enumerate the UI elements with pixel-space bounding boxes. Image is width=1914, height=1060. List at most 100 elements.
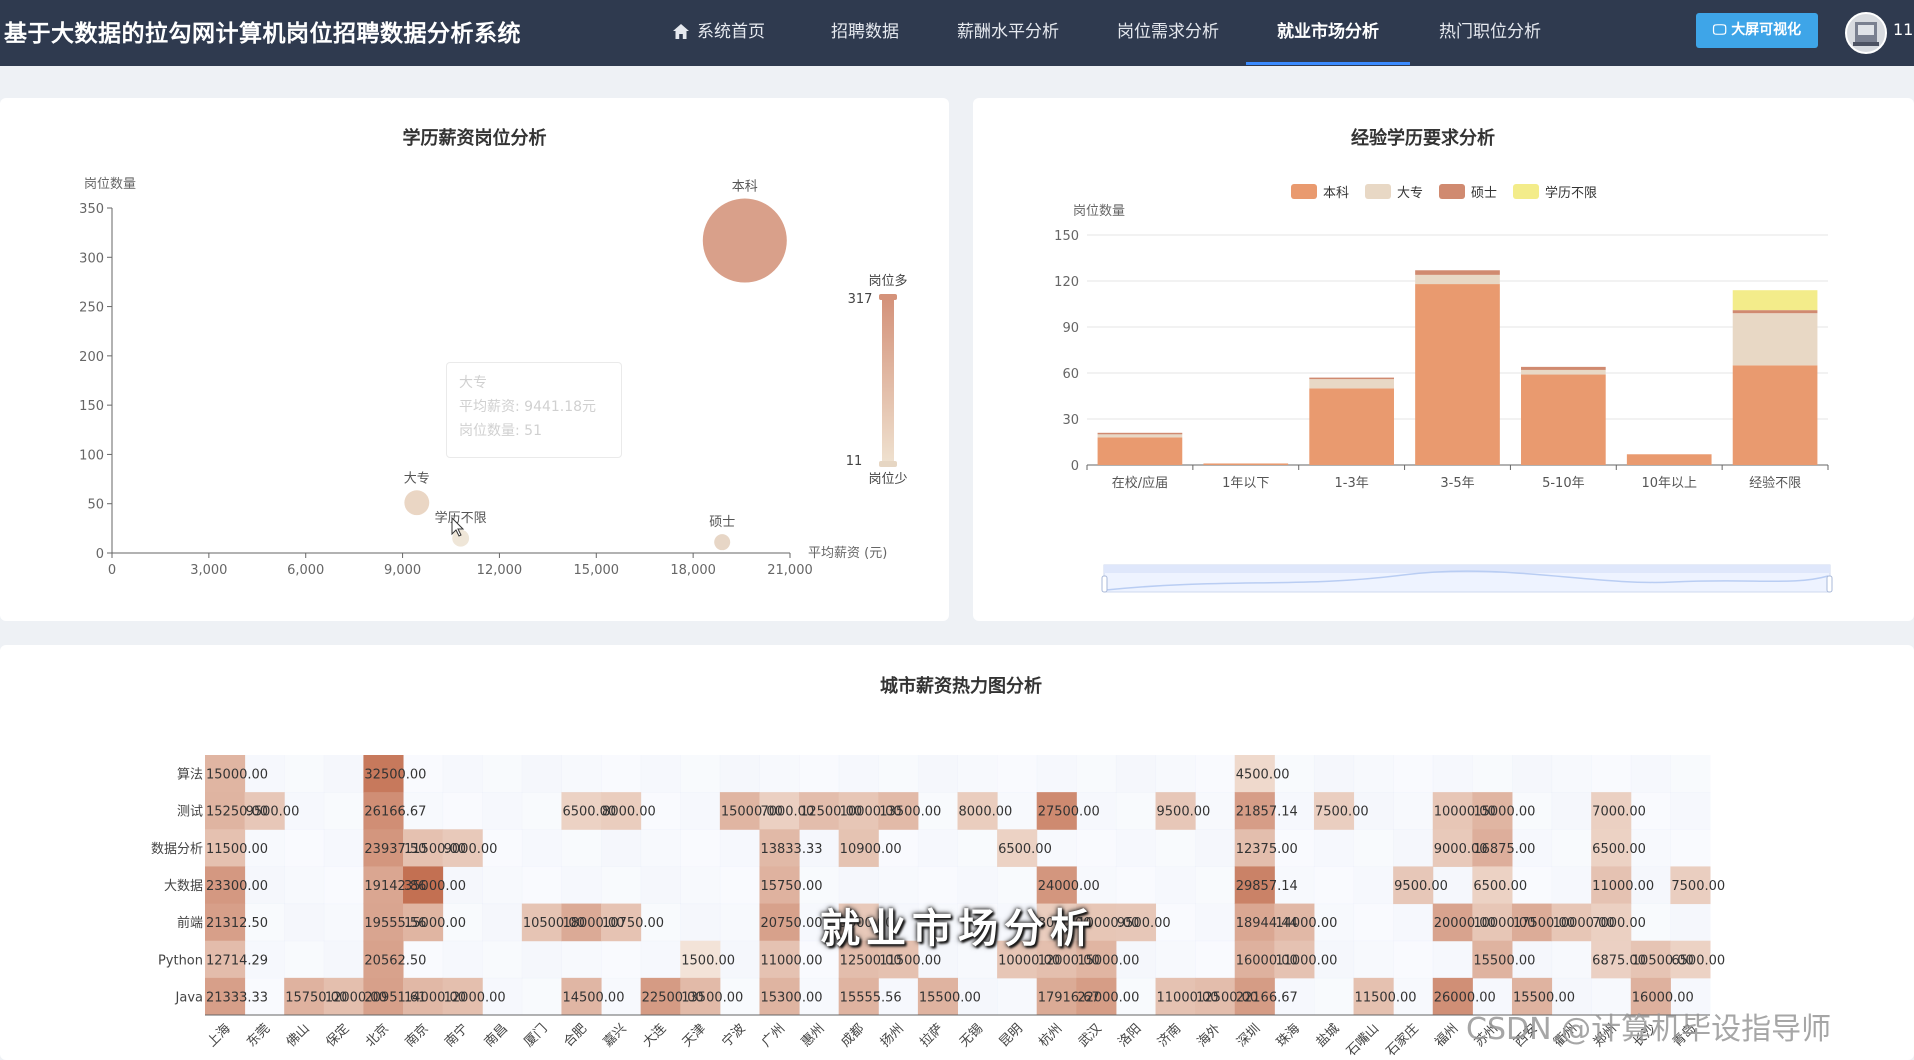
cell-value-label: 22000.00 <box>1077 990 1139 1005</box>
x-tick-label: 6,000 <box>287 563 324 578</box>
y-tick-label: 350 <box>79 202 104 217</box>
cell-value-label: 9500.00 <box>1394 879 1448 894</box>
heatmap-cell <box>482 866 523 905</box>
row-label: 算法 <box>177 768 203 783</box>
heatmap-cell <box>1393 792 1434 830</box>
point-label: 本科 <box>732 180 758 195</box>
column-label: 天津 <box>680 1021 709 1050</box>
legend-label: 硕士 <box>1471 186 1497 201</box>
heatmap-cell <box>719 829 760 867</box>
heatmap-cell <box>680 829 721 867</box>
cell-value-label: 15500.00 <box>1473 953 1535 968</box>
bar-chart: 本科 大专 硕士 学历不限岗位数量 0 30 60 90 120 150 在校/应届 1年以下 1-3年… <box>1054 184 1833 593</box>
heatmap-cell <box>1551 940 1592 979</box>
cell-value-label: 15000.00 <box>1077 953 1139 968</box>
cell-value-label: 7000.00 <box>1592 805 1646 820</box>
heatmap-cell <box>640 755 681 793</box>
nav-item-salary-analysis[interactable]: 薪酬水平分析 <box>957 0 1059 62</box>
heatmap-cell <box>1353 903 1394 942</box>
heatmap-cell <box>442 755 483 793</box>
visual-map-low-label: 岗位少 <box>868 472 907 487</box>
visual-map-high-label: 岗位多 <box>868 273 907 289</box>
user-name[interactable]: 11 <box>1893 20 1913 39</box>
heatmap-cell <box>1313 829 1355 867</box>
card-city-heatmap: 城市薪资热力图分析 15000.00 32500.00 4500.00 15250.0… <box>0 645 1914 1060</box>
cell-value-label: 11000.00 <box>760 953 822 968</box>
bar-segment <box>1732 313 1818 366</box>
column-label: 北京 <box>363 1021 392 1050</box>
bar-segment <box>1732 365 1818 465</box>
cell-value-label: 21333.33 <box>206 990 268 1005</box>
nav-item-recruit-data[interactable]: 招聘数据 <box>831 0 899 62</box>
heatmap-cell <box>1591 755 1632 793</box>
bar-segment <box>1097 437 1183 465</box>
cell-value-label: 10750.00 <box>602 916 664 931</box>
cell-value-label: 8000.00 <box>959 805 1013 820</box>
cell-value-label: 20562.50 <box>364 953 426 968</box>
heatmap-cell <box>1551 755 1592 793</box>
heatmap-cell <box>1670 792 1711 830</box>
heatmap-cell <box>1353 866 1394 905</box>
heatmap-cell <box>917 755 958 793</box>
cell-value-label: 15500.00 <box>919 990 981 1005</box>
column-label: 无锡 <box>957 1021 986 1050</box>
heatmap-cell <box>561 829 602 867</box>
heatmap-cell <box>1551 792 1592 830</box>
heatmap-cell <box>957 829 998 867</box>
datazoom-handle-left <box>1101 575 1108 593</box>
y-axis-label: 岗位数量 <box>1073 204 1125 219</box>
bar-segment <box>1097 432 1183 435</box>
csdn-watermark: CSDN @计算机毕设指导师 <box>1466 1012 1832 1047</box>
bar-segment <box>1309 388 1394 465</box>
row-label: Java <box>175 990 203 1005</box>
cell-value-label: 20750.00 <box>760 916 822 931</box>
heatmap-cell <box>1670 903 1711 942</box>
legend-swatch <box>1439 184 1465 199</box>
cell-value-label: 26166.67 <box>364 805 426 820</box>
cell-value-label: 13833.33 <box>760 842 822 857</box>
heatmap-cell <box>719 903 760 942</box>
column-label: 济南 <box>1154 1021 1184 1051</box>
heatmap-cell <box>878 755 919 793</box>
legend-label: 学历不限 <box>1545 185 1597 201</box>
heatmap-cell <box>1393 829 1434 867</box>
y-tick-label: 300 <box>79 251 104 266</box>
cell-value-label: 11000.00 <box>1592 879 1654 894</box>
bar-segment <box>1309 377 1394 380</box>
cell-value-label: 6500.00 <box>998 842 1052 857</box>
column-label: 石家庄 <box>1383 1021 1422 1060</box>
heatmap-cell <box>284 755 325 793</box>
cell-value-label: 11500.00 <box>1355 990 1417 1005</box>
nav-item-home[interactable]: 系统首页 <box>673 0 765 62</box>
heatmap-cell <box>640 940 681 979</box>
avatar[interactable] <box>1845 12 1887 54</box>
nav-item-demand-analysis[interactable]: 岗位需求分析 <box>1117 0 1219 62</box>
chart-tooltip: 大专 平均薪资: 9441.18元 岗位数量: 51 <box>446 362 622 458</box>
heatmap-cell <box>759 755 800 793</box>
heatmap-cell <box>799 755 840 793</box>
heatmap-cell <box>482 903 523 942</box>
cell-value-label: 12375.00 <box>1236 842 1298 857</box>
heatmap-cell <box>1195 866 1236 905</box>
point-label: 学历不限 <box>435 510 487 526</box>
heatmap-cell <box>1511 755 1553 793</box>
cell-value-label: 12000.00 <box>444 990 506 1005</box>
heatmap-cell <box>521 792 562 830</box>
bar-segment <box>1521 374 1606 465</box>
heatmap-cell <box>719 755 760 793</box>
x-tick-label: 1-3年 <box>1335 476 1369 491</box>
big-screen-button[interactable]: 🖵 大屏可视化 <box>1696 13 1818 48</box>
heatmap-cell <box>997 755 1038 793</box>
big-screen-label: 大屏可视化 <box>1731 22 1802 38</box>
nav-item-market-analysis[interactable]: 就业市场分析 <box>1246 0 1410 65</box>
cell-value-label: 9500.00 <box>246 805 300 820</box>
row-label: 测试 <box>177 805 203 820</box>
heatmap-cell <box>284 903 325 942</box>
top-navbar: 基于大数据的拉勾网计算机岗位招聘数据分析系统 系统首页 招聘数据 薪酬水平分析 … <box>0 0 1914 66</box>
column-label: 成都 <box>838 1021 867 1050</box>
nav-item-hot-jobs[interactable]: 热门职位分析 <box>1439 0 1541 62</box>
column-label: 福州 <box>1432 1021 1461 1050</box>
heatmap-cell <box>442 940 483 979</box>
y-tick-label: 0 <box>96 547 104 562</box>
heatmap-cell <box>601 829 642 867</box>
